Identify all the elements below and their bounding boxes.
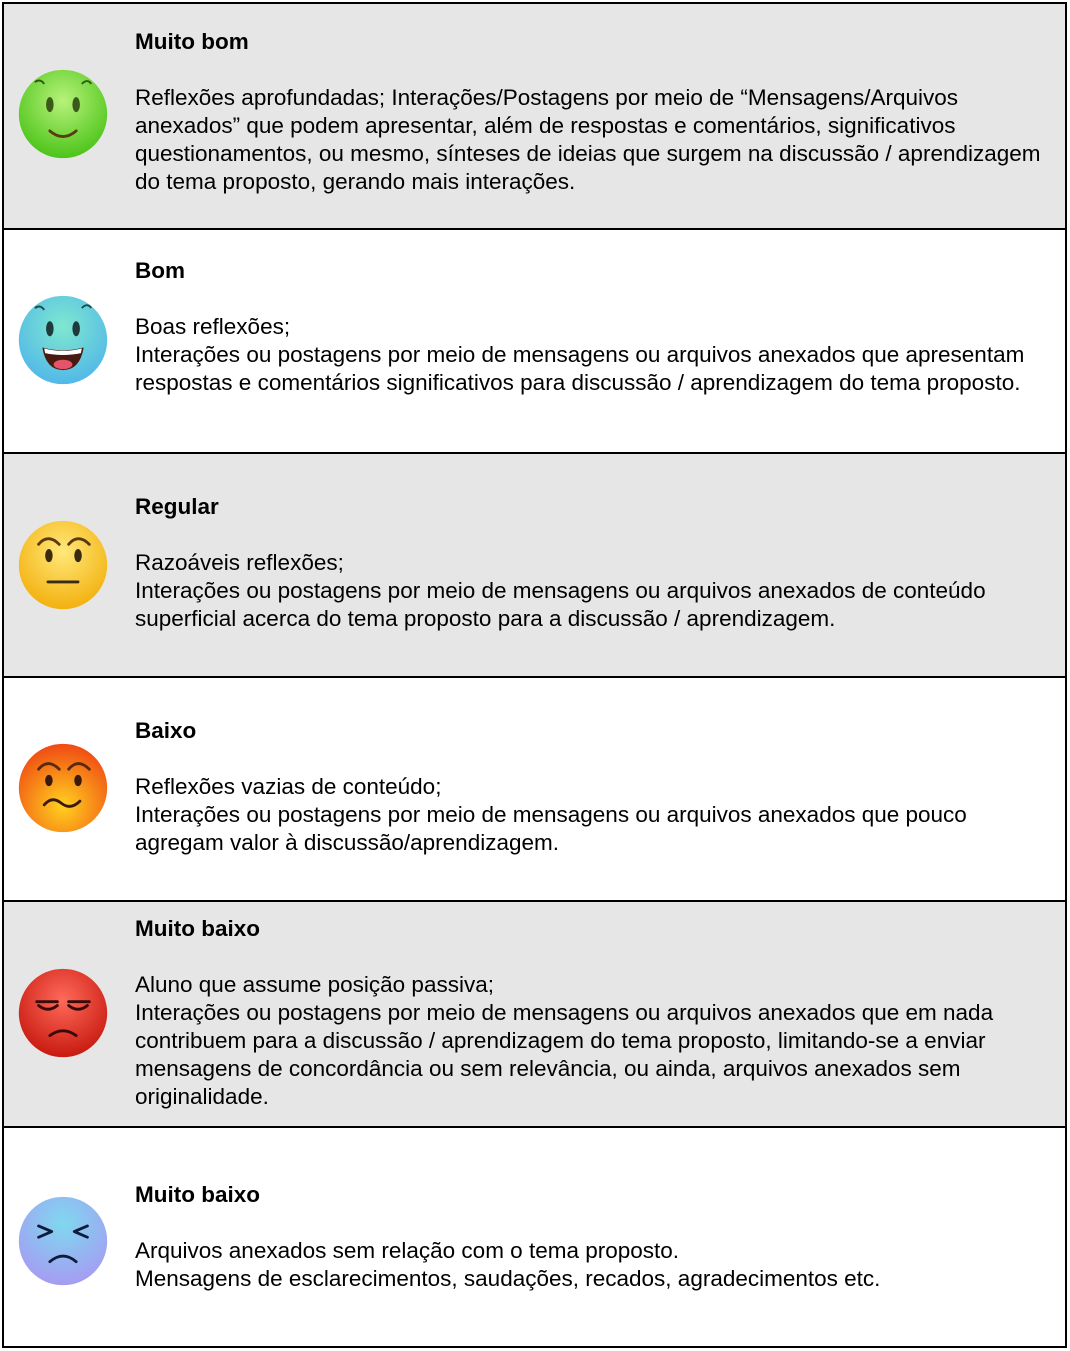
evaluation-table: Muito bom Reflexões aprofundadas; Intera… [2,2,1067,1348]
rating-description: Aluno que assume posição passiva; [135,972,494,997]
rating-description: Arquivos anexados sem relação com o tema… [135,1238,680,1263]
rating-row-muito-baixo-2: Muito baixo Arquivos anexados sem relaçã… [4,1128,1065,1346]
squint-blue-icon [18,1196,108,1286]
rating-title: Muito baixo [135,916,260,941]
rating-row-regular: Regular Razoáveis reflexões; Interações … [4,454,1065,678]
rating-description: Interações ou postagens por meio de mens… [135,1000,994,1109]
neutral-yellow-icon [18,520,108,610]
rating-description: Mensagens de esclarecimentos, saudações,… [135,1266,881,1291]
grin-teal-icon [18,295,108,385]
rating-text: Muito baixo Aluno que assume posição pas… [135,915,1055,1111]
rating-title: Regular [135,494,219,519]
rating-row-baixo: Baixo Reflexões vazias de conteúdo; Inte… [4,678,1065,902]
rating-text: Bom Boas reflexões; Interações ou postag… [135,257,1055,397]
displeased-red-icon [18,968,108,1058]
uneasy-orange-icon [18,743,108,833]
rating-description: Interações ou postagens por meio de mens… [135,802,967,855]
rating-description: Reflexões vazias de conteúdo; [135,774,442,799]
rating-text: Baixo Reflexões vazias de conteúdo; Inte… [135,717,1055,857]
rating-description: Razoáveis reflexões; [135,550,344,575]
rating-title: Bom [135,258,185,283]
rating-title: Muito bom [135,29,249,54]
rating-title: Baixo [135,718,197,743]
rating-row-bom: Bom Boas reflexões; Interações ou postag… [4,230,1065,454]
rating-row-muito-baixo-1: Muito baixo Aluno que assume posição pas… [4,902,1065,1128]
rating-description: Reflexões aprofundadas; Interações/Posta… [135,85,1041,194]
smile-green-icon [18,69,108,159]
rating-description: Interações ou postagens por meio de mens… [135,578,986,631]
rating-text: Regular Razoáveis reflexões; Interações … [135,493,1055,633]
rating-title: Muito baixo [135,1182,260,1207]
rating-row-muito-bom: Muito bom Reflexões aprofundadas; Intera… [4,4,1065,230]
rating-description: Interações ou postagens por meio de mens… [135,342,1025,395]
rating-description: Boas reflexões; [135,314,291,339]
rating-text: Muito bom Reflexões aprofundadas; Intera… [135,28,1055,196]
rating-text: Muito baixo Arquivos anexados sem relaçã… [135,1181,1055,1293]
